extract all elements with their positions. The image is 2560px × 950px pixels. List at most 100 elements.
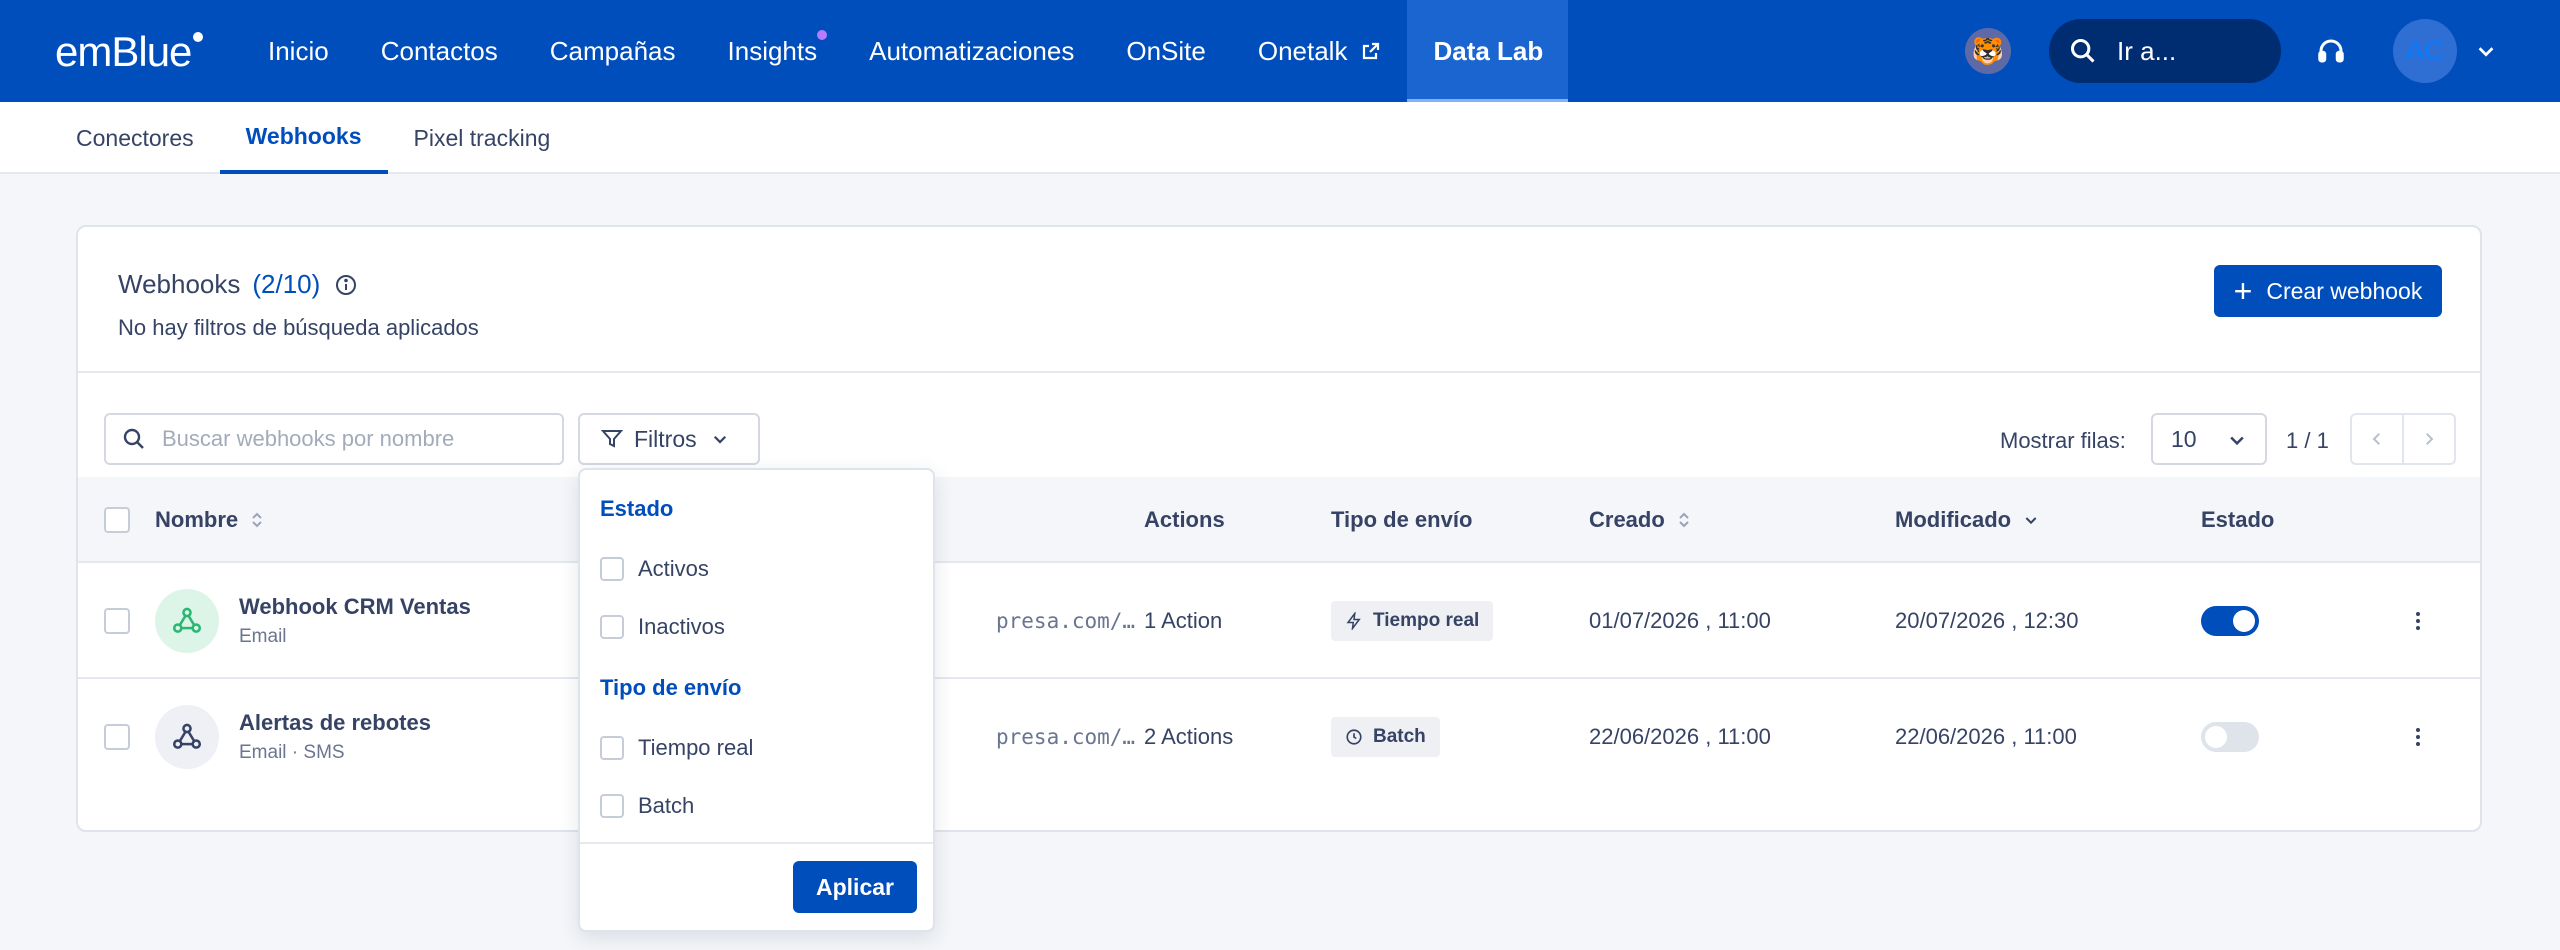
webhook-name-block: Webhook CRM Ventas Email: [239, 594, 471, 648]
filter-checkbox[interactable]: [600, 794, 624, 818]
send-type-label: Tiempo real: [1373, 610, 1480, 631]
sub-tabs-bar: Conectores Webhooks Pixel tracking: [0, 102, 2560, 174]
nav-label: Data Lab: [1433, 35, 1544, 66]
column-modified[interactable]: Modificado: [1895, 477, 2039, 563]
support-headset-icon[interactable]: [2316, 36, 2346, 66]
nav-item-onetalk[interactable]: Onetalk: [1232, 0, 1408, 102]
sort-desc-icon: [2025, 517, 2037, 525]
search-icon: [2070, 38, 2095, 63]
webhook-name[interactable]: Webhook CRM Ventas: [239, 594, 471, 620]
webhook-url: presa.com/…: [996, 725, 1136, 749]
column-label: Nombre: [155, 507, 239, 532]
plus-icon: +: [2233, 273, 2253, 309]
webhook-channels: Email: [239, 626, 287, 647]
card-title: Webhooks (2/10): [118, 269, 358, 300]
page-title: Webhooks: [118, 269, 241, 299]
row-checkbox[interactable]: [104, 724, 130, 750]
next-page-button[interactable]: [2402, 415, 2454, 463]
filters-status-text: No hay filtros de búsqueda aplicados: [118, 315, 479, 340]
tab-conectores[interactable]: Conectores: [50, 102, 220, 174]
name-cell: Alertas de rebotes Email · SMS: [155, 679, 431, 795]
tab-webhooks[interactable]: Webhooks: [219, 102, 388, 174]
global-search[interactable]: Ir a...: [2049, 19, 2281, 83]
create-webhook-button[interactable]: + Crear webhook: [2214, 265, 2442, 317]
apply-filters-button[interactable]: Aplicar: [793, 861, 917, 913]
filter-option-label: Batch: [638, 793, 695, 818]
sub-tabs: Conectores Webhooks Pixel tracking: [50, 102, 577, 174]
status-cell: [2201, 679, 2259, 795]
row-checkbox[interactable]: [104, 608, 130, 634]
nav-item-contactos[interactable]: Contactos: [355, 0, 524, 102]
chevron-down-icon: [2230, 436, 2244, 446]
webhook-count: (2/10): [252, 269, 321, 299]
row-select-cell: [104, 679, 130, 795]
nav-item-insights[interactable]: Insights: [702, 0, 844, 102]
filter-section-send-type: Tipo de envío: [600, 675, 742, 700]
column-actions: Actions: [1144, 477, 1225, 563]
filter-checkbox[interactable]: [600, 615, 624, 639]
webhook-search[interactable]: [104, 413, 564, 465]
status-toggle[interactable]: [2201, 722, 2259, 752]
row-menu-cell: [2408, 563, 2428, 679]
table-row[interactable]: Webhook CRM Ventas Email presa.com/… 1 A…: [78, 563, 2480, 679]
column-name[interactable]: Nombre: [155, 477, 264, 563]
tab-label: Conectores: [76, 124, 194, 151]
top-navigation: emBlue Inicio Contactos Campañas Insight…: [0, 0, 2560, 102]
modified-date: 20/07/2026 , 12:30: [1895, 608, 2079, 633]
page-info: 1 / 1: [2286, 428, 2329, 453]
column-created[interactable]: Creado: [1589, 477, 1691, 563]
more-options-icon[interactable]: [2408, 728, 2428, 746]
chevron-right-icon: [2426, 433, 2434, 445]
nav-label: OnSite: [1126, 35, 1206, 66]
send-type-cell: Batch: [1331, 679, 1440, 795]
created-date: 01/07/2026 , 11:00: [1589, 608, 1771, 633]
nav-label: Inicio: [268, 35, 329, 66]
nav-item-campanas[interactable]: Campañas: [524, 0, 702, 102]
nav-item-inicio[interactable]: Inicio: [242, 0, 355, 102]
webhook-search-input[interactable]: [162, 426, 542, 452]
filter-checkbox[interactable]: [600, 736, 624, 760]
send-type-badge: Tiempo real: [1331, 601, 1494, 641]
status-toggle[interactable]: [2201, 606, 2259, 636]
filter-checkbox[interactable]: [600, 557, 624, 581]
rows-per-page-label: Mostrar filas:: [2000, 428, 2126, 453]
webhooks-card: Webhooks (2/10) No hay filtros de búsque…: [76, 225, 2482, 832]
webhook-name-block: Alertas de rebotes Email · SMS: [239, 710, 431, 764]
clock-icon: [1346, 729, 1362, 745]
mascot-avatar-icon[interactable]: 🐯: [1965, 28, 2011, 74]
webhook-name[interactable]: Alertas de rebotes: [239, 710, 431, 736]
nav-item-onsite[interactable]: OnSite: [1100, 0, 1232, 102]
table-toolbar: Filtros Mostrar filas: 10 1 / 1: [78, 373, 2480, 477]
filters-button[interactable]: Filtros: [578, 413, 760, 465]
rows-per-page-value: 10: [2171, 425, 2197, 452]
filters-dropdown: Estado Activos Inactivos Tipo de envío T…: [578, 468, 935, 932]
user-avatar[interactable]: AC: [2393, 19, 2457, 83]
tab-label: Pixel tracking: [413, 124, 551, 151]
select-all-checkbox[interactable]: [104, 507, 130, 533]
nav-item-automatizaciones[interactable]: Automatizaciones: [843, 0, 1100, 102]
emblue-logo[interactable]: emBlue: [55, 28, 204, 75]
table-row[interactable]: Alertas de rebotes Email · SMS presa.com…: [78, 679, 2480, 795]
filter-icon: [600, 430, 624, 448]
pagination: [2350, 413, 2456, 465]
filter-option-inactivos[interactable]: Inactivos: [600, 614, 725, 640]
rows-per-page-select[interactable]: 10: [2151, 413, 2267, 465]
tab-pixel-tracking[interactable]: Pixel tracking: [388, 102, 577, 174]
toggle-knob: [2233, 610, 2255, 632]
chevron-down-icon[interactable]: [2475, 40, 2497, 62]
info-icon[interactable]: [334, 273, 358, 297]
notification-dot: [817, 30, 828, 40]
more-options-icon[interactable]: [2408, 612, 2428, 630]
filter-option-activos[interactable]: Activos: [600, 556, 709, 582]
card-header: Webhooks (2/10) No hay filtros de búsque…: [78, 227, 2480, 373]
global-search-label: Ir a...: [2117, 35, 2177, 66]
prev-page-button[interactable]: [2352, 415, 2402, 463]
filter-option-batch[interactable]: Batch: [600, 793, 694, 819]
filter-option-label: Tiempo real: [638, 735, 754, 760]
filter-option-tiempo-real[interactable]: Tiempo real: [600, 735, 753, 761]
logo-dot: [193, 32, 204, 42]
nav-item-data-lab[interactable]: Data Lab: [1407, 0, 1569, 102]
table-header: Nombre Actions Tipo de envío Creado Modi…: [78, 477, 2480, 563]
user-initials: AC: [2405, 35, 2445, 66]
row-menu-cell: [2408, 679, 2428, 795]
